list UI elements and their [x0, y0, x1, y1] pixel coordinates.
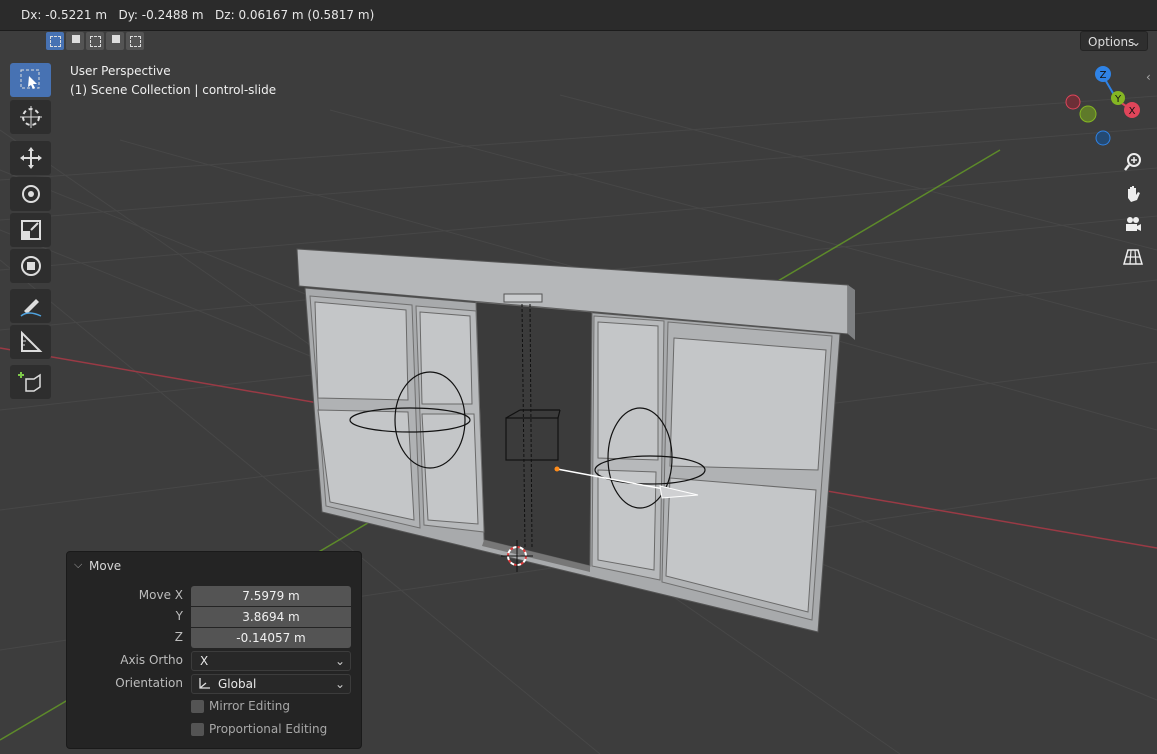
proportional-editing-checkbox[interactable] [191, 722, 204, 736]
proportional-editing-row[interactable]: Proportional Editing [191, 720, 327, 738]
select-mode-intersect-button[interactable] [126, 32, 144, 50]
cursor-tool[interactable] [10, 100, 51, 134]
select-mode-subtract-button[interactable] [86, 32, 104, 50]
options-dropdown[interactable]: Options ⌄ [1080, 31, 1148, 51]
view-title: User Perspective [70, 64, 171, 78]
zoom-button[interactable] [1119, 148, 1147, 176]
axis-ortho-label: Axis Ortho [120, 653, 183, 667]
select-mode-set-button[interactable] [46, 32, 64, 50]
chevron-down-icon: ⌄ [1130, 35, 1141, 49]
hand-icon [1128, 186, 1140, 202]
move-x-label: Move X [138, 588, 183, 602]
axis-ortho-value: X [200, 654, 209, 668]
rotate-tool[interactable] [10, 177, 51, 211]
chevron-down-icon: ⌄ [334, 677, 345, 691]
view-subtitle: (1) Scene Collection | control-slide [70, 83, 277, 97]
move-y-label: Y [175, 609, 183, 623]
perspective-toggle-button[interactable] [1119, 243, 1147, 271]
orientation-axes-icon [199, 678, 210, 689]
scale-icon [20, 220, 41, 240]
grid-icon [1123, 249, 1143, 265]
axis-ortho-select[interactable]: X ⌄ [191, 651, 351, 671]
sidebar-toggle-chevron-icon[interactable]: ‹ [1146, 70, 1151, 84]
move-delta-readout: Dx: -0.5221 m Dy: -0.2488 m Dz: 0.06167 … [21, 8, 375, 22]
move-operator-panel: ⌵ Move Move X 7.5979 m Y 3.8694 m Z -0.1… [66, 551, 362, 749]
measure-tool[interactable] [10, 325, 51, 359]
proportional-editing-label: Proportional Editing [209, 722, 328, 736]
measure-icon [20, 330, 42, 352]
scale-tool[interactable] [10, 213, 51, 247]
transform-tool[interactable] [10, 249, 51, 283]
cursor-icon [19, 106, 42, 128]
origin-point [554, 466, 560, 472]
move-z-field[interactable]: -0.14057 m [191, 628, 351, 648]
chevron-down-icon: ⌄ [334, 654, 345, 668]
gizmo-y-label: Y [1114, 94, 1122, 105]
mirror-editing-checkbox[interactable] [191, 699, 204, 713]
camera-view-button[interactable] [1119, 211, 1147, 239]
panel-title[interactable]: Move [89, 559, 121, 573]
move-z-label: Z [174, 630, 183, 644]
move-tool[interactable] [10, 141, 51, 175]
camera-icon [1126, 217, 1141, 231]
annotate-icon [20, 299, 41, 317]
move-y-field[interactable]: 3.8694 m [191, 607, 351, 627]
mirror-editing-row[interactable]: Mirror Editing [191, 697, 290, 715]
add-cube-tool[interactable] [10, 365, 51, 399]
gizmo-x-label: X [1129, 106, 1136, 117]
select-mode-difference-button[interactable] [106, 32, 124, 50]
mirror-editing-label: Mirror Editing [209, 699, 290, 713]
rotate-icon [21, 185, 40, 203]
add-cube-icon [17, 372, 41, 392]
gizmo-z-label: Z [1100, 70, 1107, 81]
zoom-icon [1124, 153, 1141, 171]
select-mode-extend-button[interactable] [66, 32, 84, 50]
move-icon [19, 147, 42, 169]
viewport-header: Dx: -0.5221 m Dy: -0.2488 m Dz: 0.06167 … [0, 0, 1157, 31]
pan-button[interactable] [1119, 180, 1147, 208]
orientation-label: Orientation [115, 676, 183, 690]
annotate-tool[interactable] [10, 289, 51, 323]
transform-icon [20, 256, 41, 276]
orientation-value: Global [218, 677, 257, 691]
select-box-icon [20, 69, 39, 89]
select-mode-group [46, 32, 144, 50]
move-x-field[interactable]: 7.5979 m [191, 586, 351, 606]
select-box-tool[interactable] [10, 63, 51, 97]
navigation-gizmo[interactable]: Z Y X [1060, 62, 1150, 152]
options-label: Options [1088, 35, 1135, 49]
orientation-select[interactable]: Global ⌄ [191, 674, 351, 694]
collapse-chevron-icon[interactable]: ⌵ [74, 558, 82, 572]
